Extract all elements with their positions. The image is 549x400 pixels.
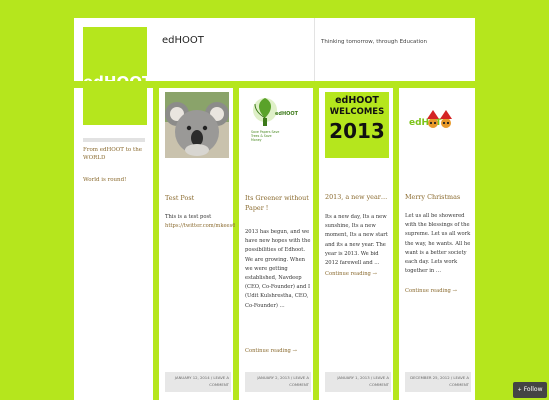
post-meta: JANUARY 2, 2013 / LEAVE A COMMENT [245,372,311,392]
post-title[interactable]: Its Greener without Paper ! [245,193,311,213]
image-caption: edHOOT [275,111,299,117]
follow-button[interactable]: + Follow [513,382,547,398]
koala-photo[interactable] [165,92,229,158]
header-bottom-band [74,81,475,88]
green-plant-logo[interactable] [245,92,309,158]
post-meta: JANUARY 1, 2013 / LEAVE A COMMENT [325,372,391,392]
christmas-owls-logo[interactable]: edH T [405,92,469,158]
banner-line-1: edHOOT [335,95,379,106]
post-date[interactable]: JANUARY 2, 2013 [257,375,289,380]
banner-line-3: 2013 [329,119,385,143]
leave-comment-link[interactable]: LEAVE A COMMENT [289,375,309,387]
plus-icon: + [517,387,522,393]
sidebar-link-round[interactable]: World is round! [83,176,149,184]
post-date[interactable]: JANUARY 12, 2014 [175,375,210,380]
post-link[interactable]: https://twitter.com/mkees65/ [165,222,235,231]
post-date[interactable]: DECEMBER 25, 2012 [410,375,449,380]
leave-comment-link[interactable]: LEAVE A COMMENT [369,375,389,387]
post-title[interactable]: Merry Christmas [405,192,471,202]
site-title[interactable]: edHOOT [162,35,204,46]
site-logo[interactable]: edHOOT [83,27,152,125]
post-excerpt: This is a test post [165,214,212,220]
post-excerpt: 2013 has begun, and we have new hopes wi… [245,229,311,309]
post-title[interactable]: Test Post [165,193,231,203]
image-subcaption: Save Papers Save Trees & Save Money [251,130,280,142]
post-card: edHOOT Save Papers Save Trees & Save Mon… [239,88,311,400]
site-tagline: Thinking tomorrow, through Education [321,39,427,45]
page-container: edHOOT edHOOT Thinking tomorrow, through… [74,18,475,400]
follow-label: Follow [523,386,543,393]
leave-comment-link[interactable]: LEAVE A COMMENT [449,375,469,387]
post-card: edH T Merry Christmas Let us all be show… [399,88,471,400]
welcome-2013-banner[interactable]: edHOOT WELCOMES 2013 [325,92,389,158]
post-title[interactable]: 2013, a new year… [325,192,391,202]
continue-reading-link[interactable]: Continue reading → [325,270,377,279]
post-excerpt: Let us all be showered with the blessing… [405,213,471,275]
post-meta: DECEMBER 25, 2012 / LEAVE A COMMENT [405,372,471,392]
post-date[interactable]: JANUARY 1, 2013 [337,375,369,380]
post-card: Test Post This is a test post https://tw… [159,88,235,400]
post-meta: JANUARY 12, 2014 / LEAVE A COMMENT [165,372,231,392]
banner-line-2: WELCOMES [329,107,385,117]
continue-reading-link[interactable]: Continue reading → [245,347,297,356]
post-excerpt: Its a new day, Its a new sunshine, Its a… [325,214,388,267]
leave-comment-link[interactable]: LEAVE A COMMENT [209,375,229,387]
header-divider [314,18,315,81]
continue-reading-link[interactable]: Continue reading → [405,287,457,296]
sidebar-bar [83,138,145,142]
sidebar-link-world[interactable]: From edHOOT to the WORLD [83,146,149,162]
post-card: edHOOT WELCOMES 2013 2013, a new year… I… [319,88,391,400]
